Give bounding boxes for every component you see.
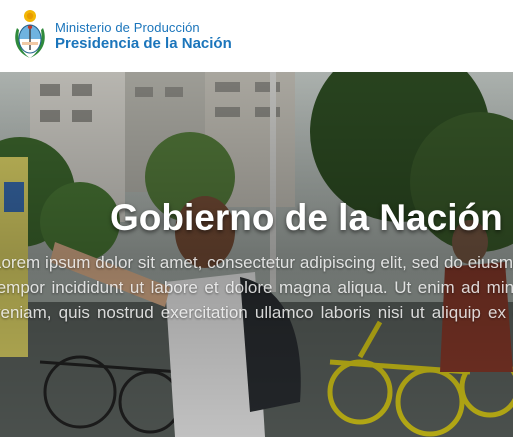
presidency-name: Presidencia de la Nación — [55, 35, 232, 52]
hero-title: Gobierno de la Nación — [110, 197, 503, 238]
hero-banner: Gobierno de la Nación Lorem ipsum dolor … — [0, 72, 513, 437]
ministry-name: Ministerio de Producción — [55, 20, 200, 35]
hero-paragraph: Lorem ipsum dolor sit amet, consectetur … — [0, 253, 513, 330]
ministry-brand[interactable]: Ministerio de Producción Presidencia de … — [55, 20, 232, 53]
coat-of-arms-icon — [15, 10, 45, 58]
site-header: Ministerio de Producción Presidencia de … — [0, 0, 513, 72]
